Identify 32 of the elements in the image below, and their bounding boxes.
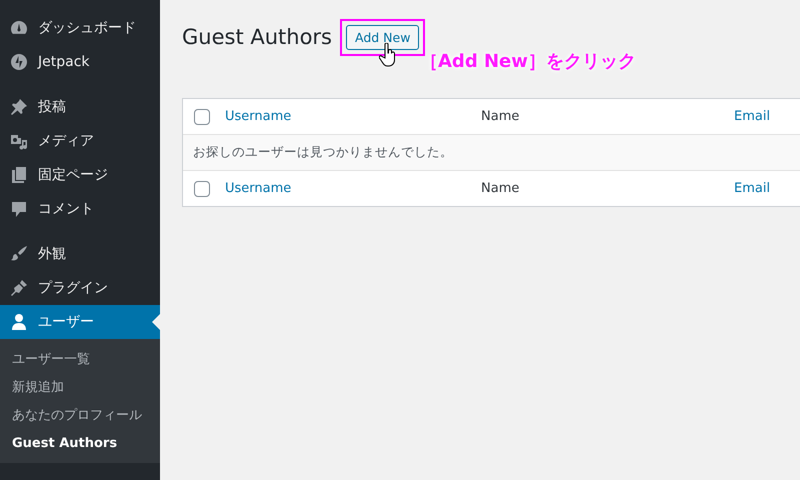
menu-item[interactable]: 外観 xyxy=(0,237,160,271)
menu-item[interactable]: 固定ページ xyxy=(0,158,160,192)
submenu-item[interactable]: ユーザー一覧 xyxy=(0,345,160,373)
menu-item[interactable]: コメント xyxy=(0,192,160,226)
plug-icon xyxy=(9,278,29,298)
submenu-item[interactable]: あなたのプロフィール xyxy=(0,401,160,429)
pin-icon xyxy=(9,97,29,117)
checkbox[interactable] xyxy=(194,180,210,196)
checkbox[interactable] xyxy=(194,108,210,124)
hand-cursor-icon xyxy=(379,43,397,67)
sortable-column-header[interactable]: Email xyxy=(734,109,770,124)
sortable-column-header[interactable]: Username xyxy=(225,109,481,124)
page-title: Guest Authors xyxy=(182,25,332,49)
empty-message: お探しのユーザーは見つかりませんでした。 xyxy=(183,135,800,170)
pages-icon xyxy=(9,165,29,185)
column-header: Name xyxy=(481,109,520,124)
column-header: Name xyxy=(481,181,520,196)
user-icon xyxy=(9,312,29,332)
submenu-item[interactable]: 新規追加 xyxy=(0,373,160,401)
menu-item[interactable]: メディア xyxy=(0,124,160,158)
menu-item[interactable]: プラグイン xyxy=(0,271,160,305)
sortable-column-header[interactable]: Username xyxy=(225,181,481,196)
menu-item[interactable]: ユーザー xyxy=(0,305,160,339)
speech-bubble-icon xyxy=(9,199,29,219)
callout-text: ［Add New］をクリック xyxy=(420,50,636,73)
submenu-item[interactable]: Guest Authors xyxy=(0,429,160,457)
menu-item[interactable]: Jetpack xyxy=(0,45,160,79)
bolt-circle-icon xyxy=(9,52,29,72)
add-new-button[interactable]: Add New xyxy=(346,24,420,50)
menu-item[interactable]: ダッシュボード xyxy=(0,11,160,45)
sortable-column-header[interactable]: Email xyxy=(734,181,770,196)
menu-item[interactable]: 投稿 xyxy=(0,90,160,124)
